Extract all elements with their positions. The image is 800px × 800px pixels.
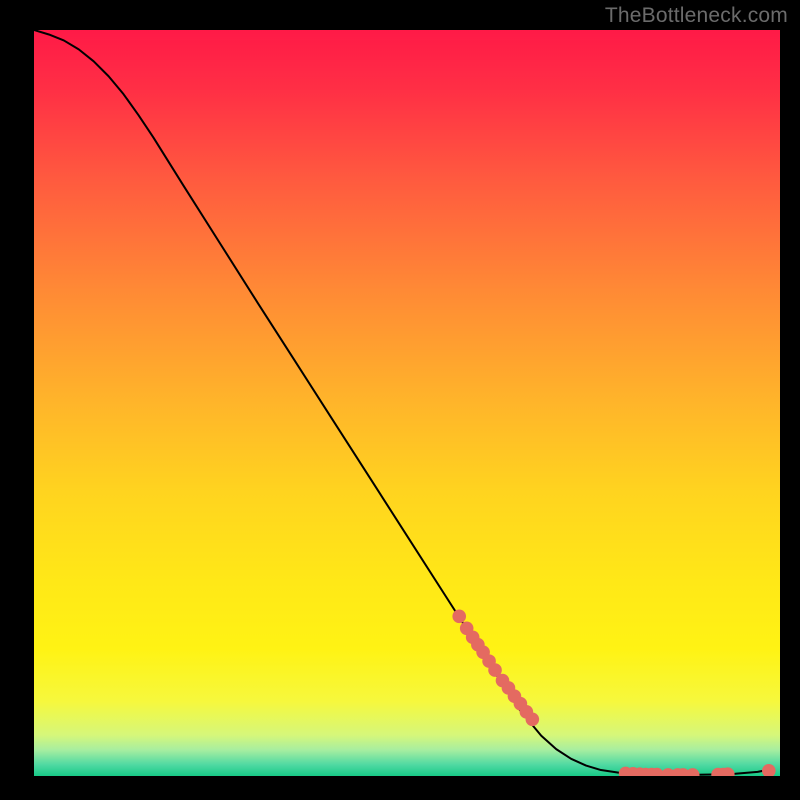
chart-point: [452, 610, 466, 624]
chart-background: [34, 30, 780, 776]
watermark-text: TheBottleneck.com: [605, 4, 788, 28]
chart-canvas: [34, 30, 780, 776]
chart-point: [526, 713, 540, 727]
chart-svg: [34, 30, 780, 776]
